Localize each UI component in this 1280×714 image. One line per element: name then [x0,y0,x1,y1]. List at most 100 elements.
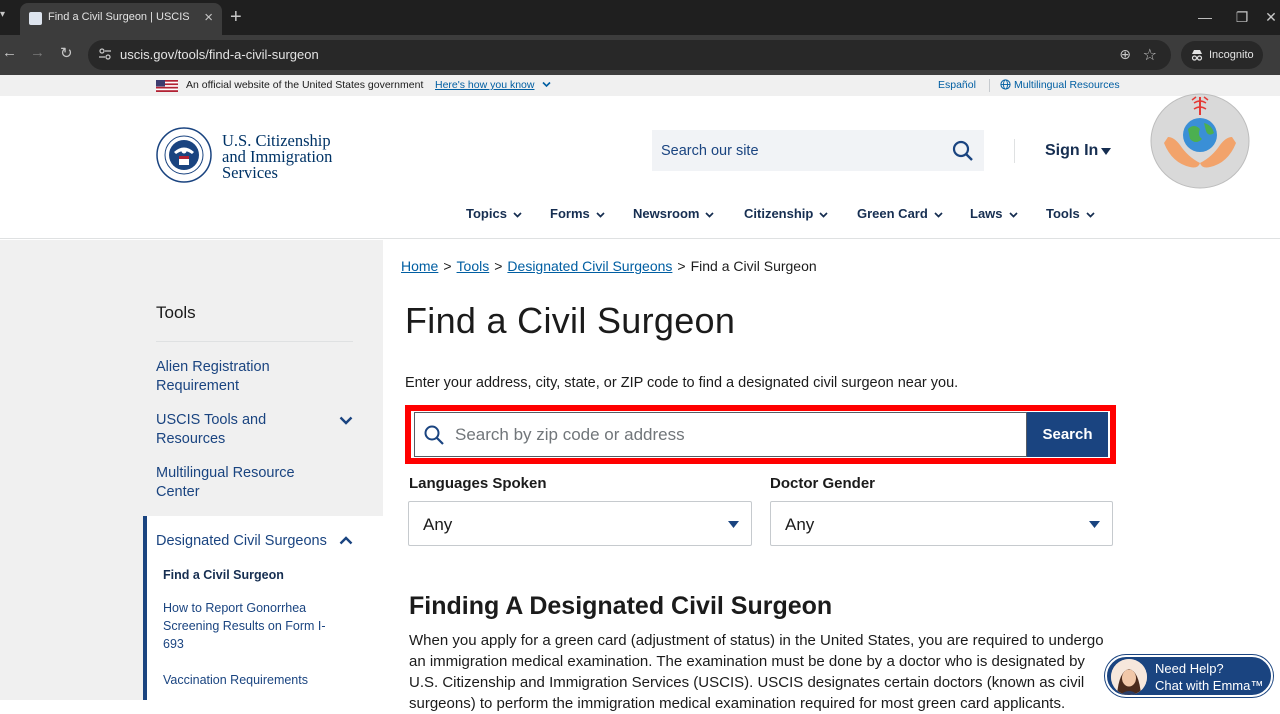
zip-search-input[interactable] [455,413,1020,456]
sidebar-divider [156,341,353,342]
breadcrumb-separator: > [494,258,503,274]
how-you-know-link[interactable]: Here's how you know [435,79,534,91]
browser-tab-bar: ▾ Find a Civil Surgeon | USCIS × + — ❐ ✕ [0,0,1280,35]
header-divider [1014,139,1015,163]
chevron-down-icon [1086,211,1095,218]
incognito-icon [1191,50,1203,61]
chevron-up-icon[interactable] [339,536,353,545]
sign-in-button[interactable]: Sign In [1045,142,1098,160]
section-body-text: When you apply for a green card (adjustm… [409,632,1104,712]
chat-line-2: Chat with Emma™ [1155,678,1264,693]
section-heading: Finding A Designated Civil Surgeon [409,592,833,620]
address-bar[interactable]: uscis.gov/tools/find-a-civil-surgeon ⊕ ☆ [88,40,1171,70]
reload-icon[interactable]: ↻ [60,44,73,62]
site-search-button[interactable] [951,139,975,163]
forward-arrow-icon[interactable]: → [30,44,45,61]
sidebar-item-designated-civil-surgeons[interactable]: Designated Civil Surgeons [156,532,336,551]
page-title: Find a Civil Surgeon [405,300,736,341]
breadcrumb-tools[interactable]: Tools [457,258,490,274]
url-text: uscis.gov/tools/find-a-civil-surgeon [120,47,319,62]
multilingual-resources-link[interactable]: Multilingual Resources [1014,79,1120,91]
sidebar-item-multilingual[interactable]: Multilingual Resource Center [156,464,326,502]
official-website-text: An official website of the United States… [186,79,424,91]
doctor-gender-label: Doctor Gender [770,475,876,492]
languages-label: Languages Spoken [409,475,547,492]
close-window-icon[interactable]: ✕ [1262,6,1280,28]
site-search-form [652,130,984,171]
chat-with-emma-button[interactable]: Need Help? Chat with Emma™ [1105,655,1273,697]
sidebar-item-alien-registration[interactable]: Alien Registration Requirement [156,358,326,396]
tab-search-chevron-icon[interactable]: ▾ [0,9,12,27]
nav-green-card[interactable]: Green Card [857,206,943,221]
sidebar-navigation: Tools Alien Registration Requirement USC… [143,240,383,700]
chevron-down-icon[interactable] [339,416,353,425]
breadcrumb-designated-civil-surgeons[interactable]: Designated Civil Surgeons [507,258,672,274]
chevron-down-icon [596,211,605,218]
search-button[interactable]: Search [1027,412,1108,457]
languages-select[interactable]: Any [408,501,752,546]
gov-banner: An official website of the United States… [0,75,1280,96]
us-flag-icon [156,80,178,92]
chevron-down-icon[interactable] [541,79,552,90]
site-search-input[interactable] [652,130,942,171]
dhs-seal-logo[interactable] [156,127,212,183]
breadcrumb-separator: > [677,258,686,274]
chevron-down-icon [1008,211,1018,218]
emma-avatar [1111,659,1147,695]
nav-label: Topics [466,206,507,221]
breadcrumb-current: Find a Civil Surgeon [690,258,817,274]
nav-label: Tools [1046,206,1080,221]
nav-forms[interactable]: Forms [550,206,605,221]
globe-icon [1000,79,1011,90]
caret-down-icon [728,521,739,528]
sidebar-subitem-gonorrhea-screening[interactable]: How to Report Gonorrhea Screening Result… [163,599,328,653]
espanol-link[interactable]: Español [938,79,976,91]
languages-value: Any [423,515,453,534]
banner-divider [989,79,990,92]
back-arrow-icon[interactable]: ← [2,44,17,61]
browser-toolbar: ← → ↻ uscis.gov/tools/find-a-civil-surge… [0,35,1280,75]
tab-title: Find a Civil Surgeon | USCIS [48,11,190,23]
logo-line: Services [222,163,278,182]
nav-label: Newsroom [633,206,700,221]
uscis-logo-text[interactable]: U.S. Citizenship and Immigration Service… [222,132,372,182]
nav-tools[interactable]: Tools [1046,206,1095,221]
search-icon [952,140,973,161]
nav-newsroom[interactable]: Newsroom [633,206,715,221]
medical-globe-hands-logo [1150,93,1250,189]
nav-label: Forms [550,206,590,221]
chevron-down-icon [705,211,715,218]
breadcrumb-home[interactable]: Home [401,258,438,274]
nav-topics[interactable]: Topics [466,206,522,221]
new-tab-plus-icon[interactable]: + [230,6,242,28]
restore-window-icon[interactable]: ❐ [1227,6,1257,28]
nav-citizenship[interactable]: Citizenship [744,206,828,221]
doctor-gender-select[interactable]: Any [770,501,1113,546]
caret-down-icon[interactable] [1101,148,1111,155]
chevron-down-icon [513,211,522,218]
doctor-gender-value: Any [785,515,815,534]
browser-tab[interactable]: Find a Civil Surgeon | USCIS × [20,3,222,35]
sidebar-item-uscis-tools[interactable]: USCIS Tools and Resources [156,411,326,449]
zoom-icon[interactable]: ⊕ [1119,46,1131,63]
sidebar-subitem-find-civil-surgeon[interactable]: Find a Civil Surgeon [163,566,333,584]
close-tab-icon[interactable]: × [204,10,213,26]
incognito-label: Incognito [1209,49,1254,61]
zip-search-field [414,412,1027,457]
search-icon [424,425,444,445]
bookmark-star-icon[interactable]: ☆ [1143,45,1157,65]
nav-label: Laws [970,206,1003,221]
nav-label: Green Card [857,206,928,221]
site-info-icon[interactable] [98,47,112,61]
chevron-down-icon [934,211,943,218]
nav-laws[interactable]: Laws [970,206,1018,221]
chat-text: Need Help? Chat with Emma™ [1155,660,1263,694]
minimize-window-icon[interactable]: — [1190,6,1220,28]
sidebar-title: Tools [156,303,196,322]
sidebar-subitem-vaccination[interactable]: Vaccination Requirements [163,671,333,689]
uscis-favicon-icon [29,12,42,25]
chevron-down-icon [819,211,828,218]
breadcrumb-separator: > [443,258,452,274]
site-header: U.S. Citizenship and Immigration Service… [0,96,1280,239]
incognito-indicator[interactable]: Incognito [1181,41,1263,69]
